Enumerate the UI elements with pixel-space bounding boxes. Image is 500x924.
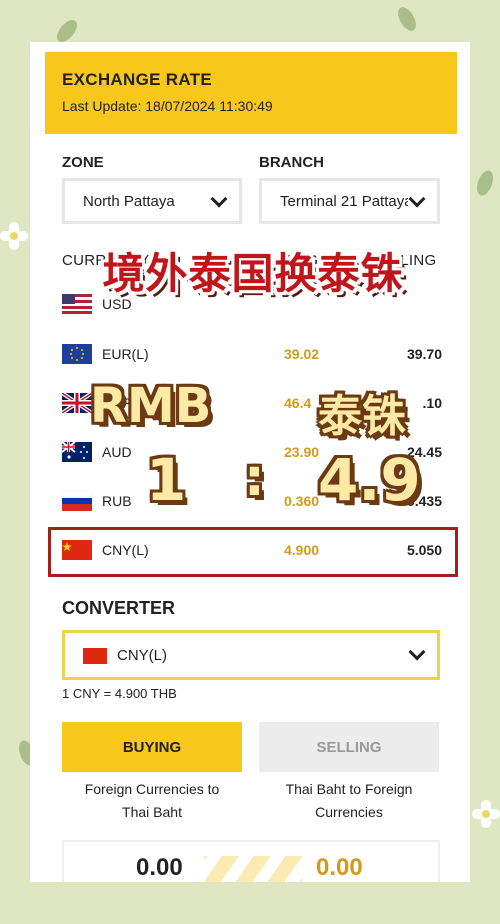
- overlay-rmb: RMB: [90, 378, 212, 434]
- branch-select-value: Terminal 21 Pattaya: [280, 192, 408, 210]
- page-title: EXCHANGE RATE: [62, 70, 212, 89]
- uk-flag-icon: [62, 393, 92, 413]
- chevron-down-icon: [408, 190, 426, 208]
- swap-arrow-decoration: [204, 856, 302, 882]
- zone-label: ZONE: [62, 154, 104, 171]
- selling-rate: 5.050: [406, 542, 442, 558]
- chevron-down-icon: [210, 190, 228, 208]
- chevron-down-icon: [408, 643, 426, 661]
- overlay-colon: :: [244, 448, 265, 508]
- currency-code: CNY(L): [102, 542, 149, 558]
- amount-to-output: 0.00: [316, 854, 363, 881]
- eu-flag-icon: [62, 344, 92, 364]
- currency-code: EUR(L): [102, 346, 149, 362]
- selling-rate: 39.70: [406, 346, 442, 362]
- buying-rate: 23.90: [284, 444, 320, 460]
- selling-description: Thai Baht to Foreign Currencies: [259, 778, 439, 824]
- overlay-ratio: 4.9: [318, 446, 421, 514]
- buying-rate: 39.02: [284, 346, 320, 362]
- flower-decoration: [472, 800, 500, 828]
- currency-code: AUD: [102, 444, 132, 460]
- table-row: EUR(L) 39.02 39.70: [62, 340, 442, 370]
- cn-flag-icon: [83, 648, 107, 664]
- currency-code: RUB: [102, 493, 132, 509]
- last-update-text: Last Update: 18/07/2024 11:30:49: [62, 98, 273, 114]
- buying-description-line: Thai Baht: [122, 804, 182, 820]
- zone-select[interactable]: North Pattaya: [62, 178, 242, 224]
- overlay-title: 境外泰国换泰铢: [102, 249, 404, 298]
- buying-rate: 46.4: [284, 395, 312, 411]
- converter-currency-select[interactable]: CNY(L): [62, 630, 440, 680]
- cn-flag-icon: [62, 540, 92, 560]
- branch-label: BRANCH: [259, 154, 324, 171]
- exchange-rate-header: EXCHANGE RATE Last Update: 18/07/2024 11…: [45, 52, 457, 134]
- overlay-one: 1: [146, 446, 187, 514]
- conversion-rate-text: 1 CNY = 4.900 THB: [62, 686, 177, 701]
- buying-rate: 0.360: [284, 493, 320, 509]
- selling-description-line: Thai Baht to Foreign: [285, 781, 413, 797]
- zone-select-value: North Pattaya: [83, 192, 175, 210]
- buying-description-line: Foreign Currencies to: [84, 781, 220, 797]
- buying-tab-button[interactable]: BUYING: [62, 722, 242, 772]
- au-flag-icon: [62, 442, 92, 462]
- selling-rate: .10: [422, 395, 442, 411]
- selling-tab-button[interactable]: SELLING: [259, 722, 439, 772]
- converter-title: CONVERTER: [62, 598, 176, 618]
- leaf-decoration: [394, 4, 420, 34]
- converter-currency-value: CNY(L): [117, 647, 168, 664]
- amount-box: 0.00 0.00: [62, 840, 440, 882]
- buying-description: Foreign Currencies to Thai Baht: [62, 778, 242, 824]
- ru-flag-icon: [62, 491, 92, 511]
- selling-description-line: Currencies: [315, 804, 383, 820]
- table-row: CNY(L) 4.900 5.050: [62, 536, 442, 566]
- leaf-decoration: [473, 168, 497, 198]
- overlay-thb: 泰铢: [318, 391, 406, 442]
- buying-rate: 4.900: [284, 542, 320, 558]
- amount-from-input[interactable]: 0.00: [136, 854, 183, 882]
- branch-select[interactable]: Terminal 21 Pattaya: [259, 178, 440, 224]
